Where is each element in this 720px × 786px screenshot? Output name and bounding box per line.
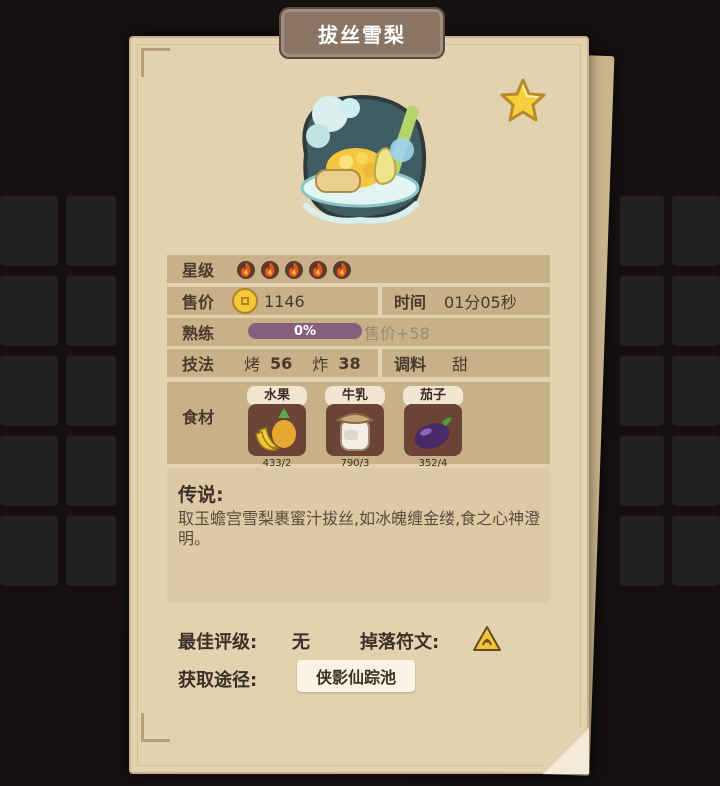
time-value: 01分05秒 <box>444 293 517 312</box>
seasoning-row: 调料 甜 <box>382 349 550 377</box>
rune-icon[interactable] <box>472 625 502 653</box>
dish-illustration <box>300 95 427 224</box>
obtain-label: 获取途径: <box>178 670 258 691</box>
tech-2-value: 38 <box>338 353 361 373</box>
obtain-source-label: 侠影仙踪池 <box>315 668 396 687</box>
star-level-fires <box>236 259 352 279</box>
star-level-label: 星级 <box>182 261 215 280</box>
best-rating-value: 无 <box>292 632 310 653</box>
proficiency-bonus: 售价+58 <box>364 324 430 343</box>
time-row: 时间 01分05秒 <box>382 287 550 315</box>
ingredient-item[interactable]: 牛乳 790/3 <box>325 386 385 469</box>
favorite-star-icon[interactable] <box>497 76 549 126</box>
ingredient-name: 水果 <box>247 386 307 406</box>
tech-1-name: 烤 <box>244 355 261 374</box>
drop-rune-label: 掉落符文: <box>360 632 440 653</box>
corner-ornament <box>141 713 170 742</box>
corner-ornament <box>141 48 170 77</box>
eggplant-icon <box>404 404 462 456</box>
seasoning-value: 甜 <box>452 355 469 374</box>
dish-title: 拔丝雪梨 <box>318 22 406 47</box>
fire-icon <box>261 261 280 279</box>
fire-icon <box>309 261 328 279</box>
star-level-row: 星级 <box>167 255 550 283</box>
ingredient-item[interactable]: 水果 433/2 <box>247 386 307 469</box>
ingredient-name: 牛乳 <box>325 386 385 406</box>
time-label: 时间 <box>394 293 427 312</box>
fire-icon <box>333 261 352 279</box>
technique-row: 技法 烤 56 炸 38 <box>167 349 378 377</box>
title-banner: 拔丝雪梨 <box>279 7 445 59</box>
fruit-icon <box>248 404 306 456</box>
price-value: 1146 <box>264 291 305 311</box>
tech-1-value: 56 <box>270 353 293 373</box>
technique-label: 技法 <box>182 355 215 374</box>
page-fold <box>543 728 589 774</box>
ingredient-name: 茄子 <box>403 386 463 406</box>
proficiency-bar: 0% <box>248 323 362 339</box>
ingredient-item[interactable]: 茄子 352/4 <box>403 386 463 469</box>
fire-icon <box>237 261 256 279</box>
seasoning-label: 调料 <box>394 355 427 374</box>
ingredients-label: 食材 <box>182 408 215 427</box>
obtain-source-button[interactable]: 侠影仙踪池 <box>297 660 415 692</box>
coin-icon <box>232 288 259 314</box>
price-row: 售价 1146 <box>167 287 378 315</box>
best-rating-label: 最佳评级: <box>178 632 258 653</box>
ingredients-panel: 食材 水果 433/2 牛乳 790/3 茄子 352/4 <box>167 382 550 469</box>
legend-title: 传说: <box>178 484 224 506</box>
milk-jar-icon <box>326 404 384 456</box>
fire-icon <box>285 261 304 279</box>
tech-2-name: 炸 <box>312 355 329 374</box>
price-label: 售价 <box>182 293 215 312</box>
proficiency-percent: 0% <box>293 323 317 339</box>
legend-text: 取玉蟾宫雪梨裹蜜汁拔丝,如冰魄缠金缕,食之心神澄明。 <box>178 509 541 548</box>
proficiency-label: 熟练 <box>182 324 215 343</box>
